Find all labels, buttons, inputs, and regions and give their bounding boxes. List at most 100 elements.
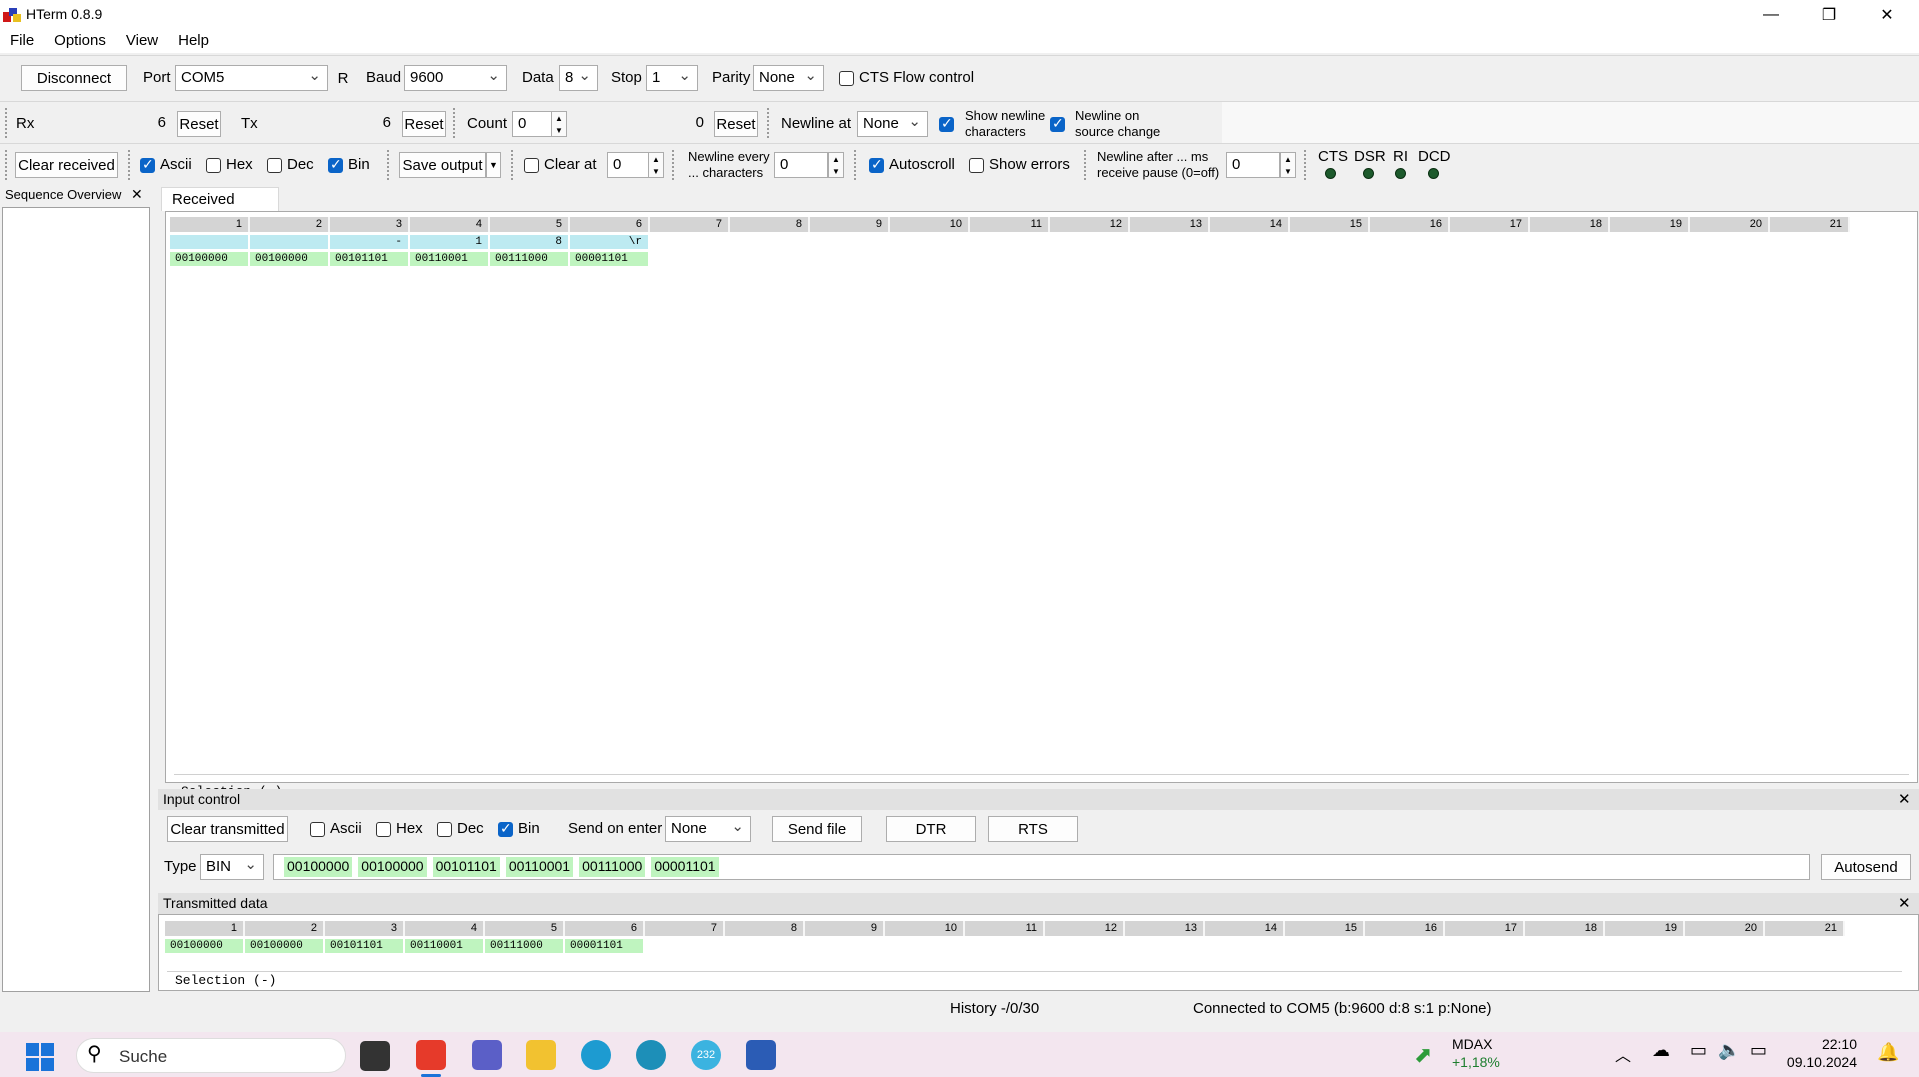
received-ascii-cell[interactable] [170, 235, 248, 249]
dtr-button[interactable]: DTR [886, 816, 976, 842]
clear-received-button[interactable]: Clear received [15, 152, 118, 178]
newline-every-input[interactable]: 0 [774, 152, 828, 178]
clear-at-checkbox[interactable] [524, 158, 539, 173]
toolbar-grip[interactable] [5, 108, 9, 138]
chevron-up-icon[interactable]: ︿ [1615, 1042, 1631, 1066]
port-select[interactable]: COM5 [175, 65, 328, 91]
save-output-button[interactable]: Save output [399, 152, 486, 178]
tx-reset-button[interactable]: Reset [402, 111, 446, 137]
newline-at-select[interactable]: None [857, 111, 928, 137]
hterm-taskbar-icon[interactable] [416, 1040, 446, 1070]
toolbar-grip[interactable] [1304, 150, 1308, 180]
baud-select[interactable]: 9600 [404, 65, 507, 91]
windows-start-icon[interactable] [26, 1043, 54, 1071]
input-control-close-icon[interactable]: ✕ [1898, 790, 1911, 808]
send-file-button[interactable]: Send file [772, 816, 862, 842]
app-badge-icon[interactable]: 232 [691, 1040, 721, 1070]
taskbar-search[interactable]: ⚲ Suche [76, 1038, 346, 1073]
input-dec-checkbox[interactable] [437, 822, 452, 837]
transmitted-bin-cell[interactable]: 00110001 [405, 939, 483, 953]
received-bin-cell[interactable]: 00100000 [250, 252, 328, 266]
tab-received-data[interactable]: Received Data [161, 187, 279, 225]
transmitted-bin-cell[interactable]: 00100000 [245, 939, 323, 953]
maximize-button[interactable]: ❐ [1800, 0, 1858, 29]
bin-checkbox[interactable] [328, 156, 343, 173]
cloud-icon[interactable]: ☁ [1652, 1040, 1670, 1061]
autosend-button[interactable]: Autosend [1821, 854, 1911, 880]
received-ascii-cell[interactable] [250, 235, 328, 249]
rx-reset-button[interactable]: Reset [177, 111, 221, 137]
clock-time[interactable]: 22:10 [1797, 1036, 1857, 1052]
toolbar-grip[interactable] [672, 150, 676, 180]
menu-options[interactable]: Options [44, 29, 116, 53]
menu-file[interactable]: File [0, 29, 44, 53]
teams-icon[interactable] [472, 1040, 502, 1070]
dec-checkbox[interactable] [267, 158, 282, 173]
send-on-enter-select[interactable]: None [665, 816, 751, 842]
hex-checkbox[interactable] [206, 158, 221, 173]
toolbar-grip[interactable] [854, 150, 858, 180]
task-view-icon[interactable] [360, 1041, 390, 1071]
edge-icon[interactable] [581, 1040, 611, 1070]
received-bin-cell[interactable]: 00100000 [170, 252, 248, 266]
close-button[interactable]: ✕ [1858, 0, 1916, 29]
file-explorer-icon[interactable] [526, 1040, 556, 1070]
type-select[interactable]: BIN [200, 854, 264, 880]
disconnect-button[interactable]: Disconnect [21, 65, 127, 91]
received-bin-cell[interactable]: 00001101 [570, 252, 648, 266]
transmitted-bin-cell[interactable]: 00100000 [165, 939, 243, 953]
menu-help[interactable]: Help [168, 29, 219, 53]
count-input[interactable]: 0 [512, 111, 552, 137]
transmitted-bin-cell[interactable]: 00101101 [325, 939, 403, 953]
count-spinner[interactable]: ▲ ▼ [551, 111, 567, 137]
show-errors-checkbox[interactable] [969, 158, 984, 173]
newline-after-input[interactable]: 0 [1226, 152, 1280, 178]
word-icon[interactable] [746, 1040, 776, 1070]
toolbar-grip[interactable] [387, 150, 391, 180]
save-output-dropdown[interactable]: ▼ [486, 152, 501, 178]
battery-icon[interactable]: ▭ [1750, 1040, 1767, 1061]
newline-every-spinner[interactable]: ▲ ▼ [828, 152, 844, 178]
sequence-list[interactable] [2, 207, 150, 992]
received-ascii-cell[interactable]: - [330, 235, 408, 249]
received-ascii-cell[interactable]: 8 [490, 235, 568, 249]
notification-bell-icon[interactable]: 🔔 [1877, 1042, 1899, 1063]
toolbar-grip[interactable] [511, 150, 515, 180]
clear-transmitted-button[interactable]: Clear transmitted [167, 816, 288, 842]
data-bits-select[interactable]: 8 [559, 65, 598, 91]
count-reset-button[interactable]: Reset [714, 111, 758, 137]
menu-view[interactable]: View [116, 29, 168, 53]
toolbar-grip[interactable] [5, 150, 9, 180]
received-ascii-cell[interactable]: \r [570, 235, 648, 249]
newline-source-checkbox[interactable] [1050, 115, 1065, 132]
transmitted-bin-cell[interactable]: 00111000 [485, 939, 563, 953]
send-input[interactable]: 00100000 00100000 00101101 00110001 00111000… [273, 854, 1810, 880]
parity-select[interactable]: None [753, 65, 824, 91]
received-ascii-cell[interactable]: 1 [410, 235, 488, 249]
newline-after-spinner[interactable]: ▲ ▼ [1280, 152, 1296, 178]
clear-at-input[interactable]: 0 [607, 152, 649, 178]
ascii-checkbox[interactable] [140, 156, 155, 173]
rts-button[interactable]: RTS [988, 816, 1078, 842]
transmitted-data-view[interactable]: 1 2 3 4 5 6 7 8 9 10 11 12 13 14 15 16 17 18 19 20 21 0010000… [158, 914, 1919, 991]
show-newline-checkbox[interactable] [939, 115, 954, 132]
received-bin-cell[interactable]: 00101101 [330, 252, 408, 266]
received-bin-cell[interactable]: 00111000 [490, 252, 568, 266]
input-bin-checkbox[interactable] [498, 820, 513, 837]
input-hex-checkbox[interactable] [376, 822, 391, 837]
toolbar-grip[interactable] [767, 108, 771, 138]
input-ascii-checkbox[interactable] [310, 822, 325, 837]
stop-bits-select[interactable]: 1 [646, 65, 698, 91]
received-data-view[interactable]: 1 2 3 4 5 6 7 8 9 10 11 12 13 14 15 16 17 18 19 20 21-1 8 \r 00… [165, 211, 1918, 799]
toolbar-grip[interactable] [453, 108, 457, 138]
refresh-ports-button[interactable]: R [334, 65, 352, 91]
toolbar-grip[interactable] [128, 150, 132, 180]
minimize-button[interactable]: — [1742, 0, 1800, 29]
sequence-overview-close-icon[interactable]: ✕ [131, 186, 143, 203]
speaker-icon[interactable]: 🔈 [1718, 1040, 1740, 1061]
received-bin-cell[interactable]: 00110001 [410, 252, 488, 266]
transmitted-bin-cell[interactable]: 00001101 [565, 939, 643, 953]
network-icon[interactable]: ▭ [1690, 1040, 1707, 1061]
clear-at-spinner[interactable]: ▲ ▼ [648, 152, 664, 178]
transmitted-close-icon[interactable]: ✕ [1898, 894, 1911, 912]
